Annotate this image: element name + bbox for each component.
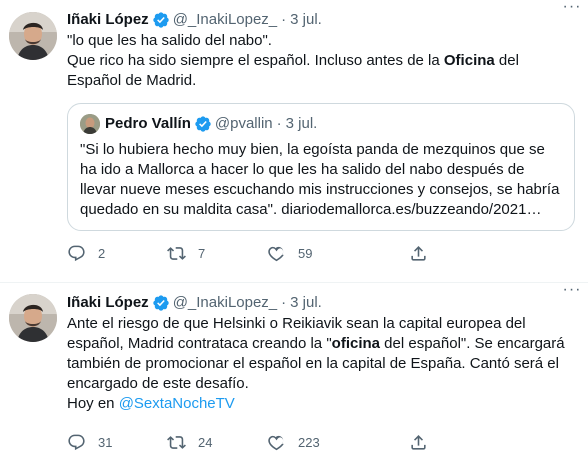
retweet-icon bbox=[167, 435, 186, 449]
quoted-tweet-time[interactable]: 3 jul. bbox=[286, 114, 318, 134]
retweet-count: 7 bbox=[198, 245, 206, 261]
separator-dot: · bbox=[281, 294, 287, 311]
tweet-text-line: Hoy en @SextaNocheTV bbox=[67, 395, 235, 412]
retweet-button[interactable]: 7 bbox=[167, 244, 267, 263]
reply-button[interactable]: 2 bbox=[67, 244, 167, 263]
more-icon[interactable]: ··· bbox=[562, 0, 582, 20]
tweet-header: Iñaki López @_InakiLopez_ · 3 jul. bbox=[67, 10, 576, 30]
quoted-tweet-text: "Si lo hubiera hecho muy bien, la egoíst… bbox=[80, 141, 560, 218]
reply-icon bbox=[68, 434, 85, 450]
author-name[interactable]: Iñaki López bbox=[67, 10, 149, 30]
avatar[interactable] bbox=[9, 294, 57, 342]
quoted-author-name[interactable]: Pedro Vallín bbox=[105, 114, 191, 134]
like-count: 223 bbox=[298, 434, 320, 450]
separator-dot: · bbox=[276, 115, 282, 132]
verified-badge-icon bbox=[153, 295, 169, 311]
like-button[interactable]: 59 bbox=[267, 244, 409, 263]
tweet[interactable]: Iñaki López @_InakiLopez_ · 3 jul. "lo q… bbox=[0, 0, 588, 283]
mention-link[interactable]: @SextaNocheTV bbox=[119, 395, 235, 412]
tweet-time[interactable]: 3 jul. bbox=[290, 10, 322, 30]
share-button[interactable] bbox=[409, 433, 428, 452]
separator-dot: · bbox=[281, 11, 287, 28]
quoted-avatar bbox=[80, 114, 100, 134]
tweet-text-line: Que rico ha sido siempre el español. Inc… bbox=[67, 52, 519, 89]
quoted-tweet[interactable]: Pedro Vallín @pvallin · 3 jul. "Si lo hu… bbox=[67, 103, 575, 231]
quoted-tweet-header: Pedro Vallín @pvallin · 3 jul. bbox=[80, 114, 562, 134]
tweet-header: Iñaki López @_InakiLopez_ · 3 jul. bbox=[67, 293, 576, 313]
tweet-time[interactable]: 3 jul. bbox=[290, 293, 322, 313]
bold-word: oficina bbox=[331, 335, 380, 352]
heart-icon bbox=[268, 435, 284, 450]
avatar[interactable] bbox=[9, 12, 57, 60]
retweet-count: 24 bbox=[198, 434, 213, 450]
more-icon[interactable]: ··· bbox=[562, 282, 582, 303]
like-count: 59 bbox=[298, 245, 313, 261]
tweet[interactable]: Iñaki López @_InakiLopez_ · 3 jul. Ante … bbox=[0, 282, 588, 454]
author-handle[interactable]: @_InakiLopez_ bbox=[173, 293, 277, 313]
quoted-author-handle[interactable]: @pvallin bbox=[215, 114, 273, 134]
reply-icon bbox=[68, 245, 85, 261]
reply-count: 31 bbox=[98, 434, 113, 450]
verified-badge-icon bbox=[153, 12, 169, 28]
tweet-actions: 2 7 59 bbox=[67, 243, 576, 263]
like-button[interactable]: 223 bbox=[267, 433, 409, 452]
tweet-text-paragraph: Ante el riesgo de que Helsinki o Reikiav… bbox=[67, 315, 565, 392]
tweet-text-line: "lo que les ha salido del nabo". bbox=[67, 32, 272, 49]
retweet-icon bbox=[167, 246, 186, 260]
verified-badge-icon bbox=[195, 116, 211, 132]
tweet-text: "lo que les ha salido del nabo". Que ric… bbox=[67, 31, 576, 91]
author-handle[interactable]: @_InakiLopez_ bbox=[173, 10, 277, 30]
heart-icon bbox=[268, 246, 284, 261]
reply-count: 2 bbox=[98, 245, 106, 261]
author-name[interactable]: Iñaki López bbox=[67, 293, 149, 313]
retweet-button[interactable]: 24 bbox=[167, 433, 267, 452]
tweet-content: Iñaki López @_InakiLopez_ · 3 jul. "lo q… bbox=[67, 10, 576, 263]
share-icon bbox=[411, 434, 426, 450]
tweet-text: Ante el riesgo de que Helsinki o Reikiav… bbox=[67, 314, 576, 414]
share-icon bbox=[411, 245, 426, 261]
tweet-content: Iñaki López @_InakiLopez_ · 3 jul. Ante … bbox=[67, 293, 576, 452]
share-button[interactable] bbox=[409, 244, 428, 263]
bold-word: Oficina bbox=[443, 52, 495, 69]
reply-button[interactable]: 31 bbox=[67, 433, 167, 452]
tweet-actions: 31 24 223 bbox=[67, 432, 576, 452]
